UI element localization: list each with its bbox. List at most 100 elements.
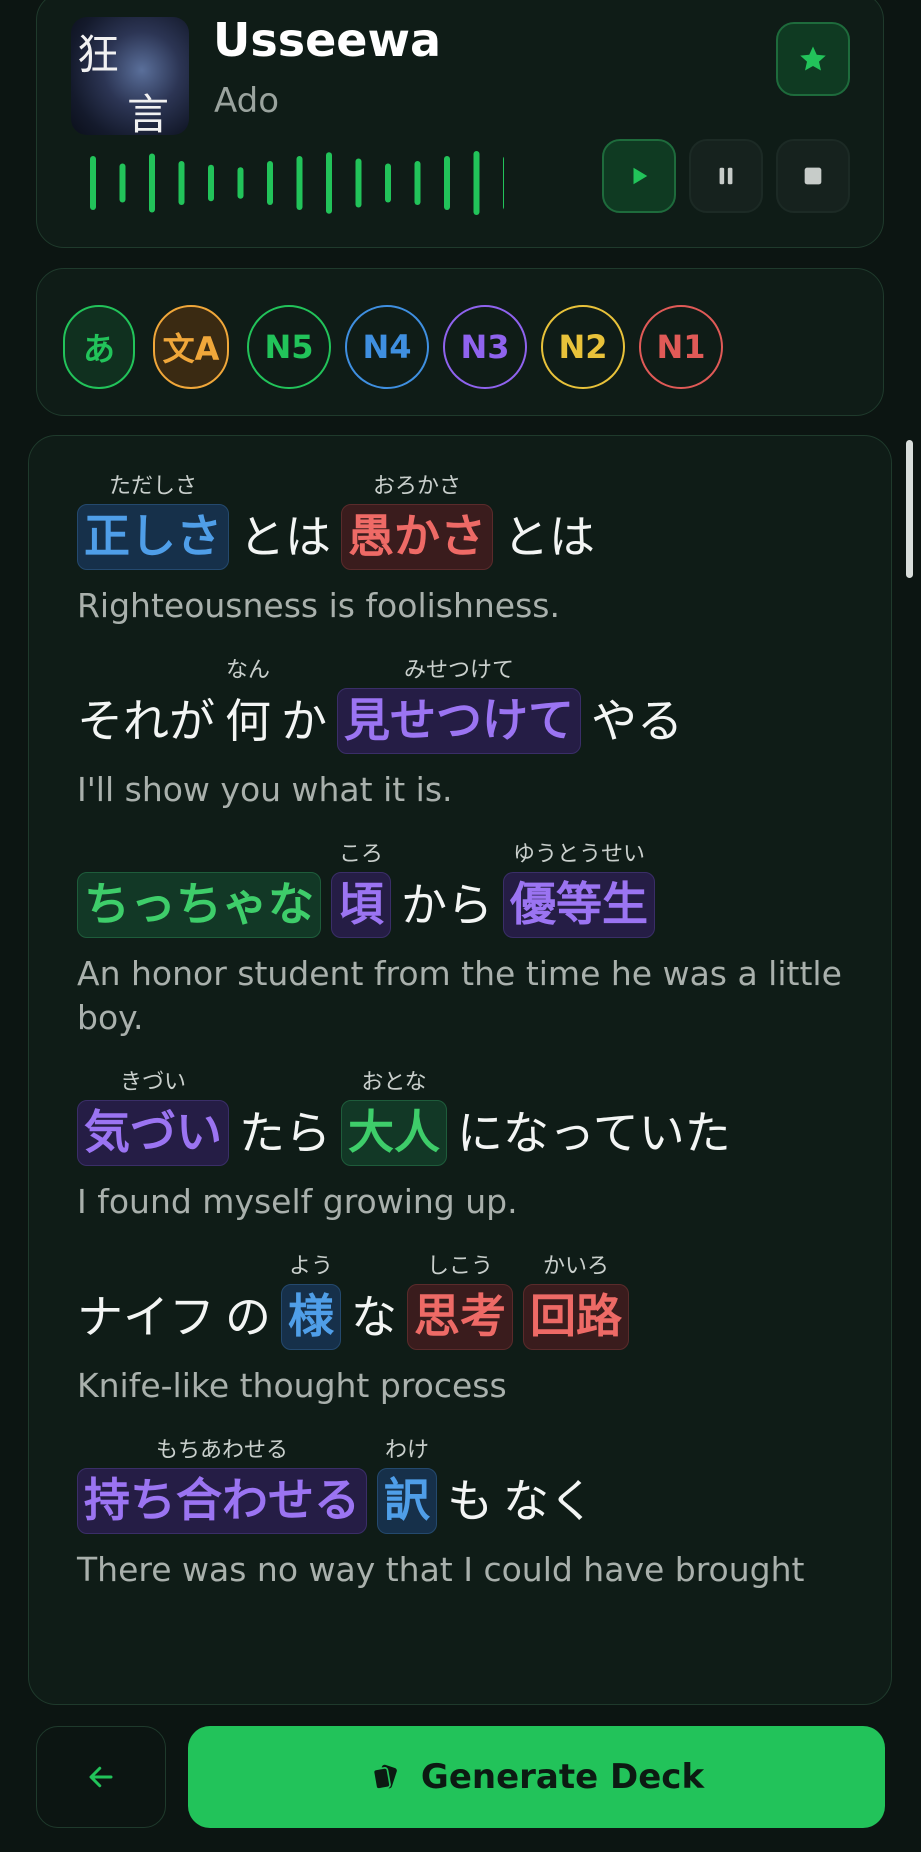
lyric-text: たら — [239, 1100, 331, 1166]
word-text: 気づい — [77, 1100, 229, 1166]
level-filter-5[interactable]: N2 — [541, 305, 625, 389]
waveform-bar — [503, 156, 504, 210]
vocab-word[interactable]: ちっちゃな — [77, 872, 321, 938]
word-text: 大人 — [341, 1100, 447, 1166]
lyric-japanese: もちあわせる持ち合わせる わけ訳もなく — [77, 1438, 857, 1534]
level-filter-2[interactable]: N5 — [247, 305, 331, 389]
vocab-word[interactable]: しこう 思考 — [407, 1254, 513, 1350]
lyric-text: か — [281, 688, 327, 754]
scrollbar[interactable] — [906, 440, 913, 578]
waveform-bar — [473, 151, 480, 215]
generate-deck-label: Generate Deck — [420, 1757, 705, 1797]
furigana: よう — [288, 1254, 333, 1279]
favorite-button[interactable] — [776, 22, 850, 96]
play-button[interactable] — [602, 139, 676, 213]
furigana: わけ — [384, 1438, 429, 1463]
word-text: 正しさ — [77, 504, 229, 570]
lyric-translation: Righteousness is foolishness. — [77, 586, 560, 625]
word-text: から — [401, 878, 493, 932]
vocab-word[interactable]: ころ頃 — [331, 842, 391, 938]
vocab-word[interactable]: おろかさ 愚かさ — [341, 474, 493, 570]
lyric-text: になっていた — [457, 1100, 731, 1166]
furigana: おとな — [361, 1070, 427, 1095]
vocab-word[interactable]: おとな 大人 — [341, 1070, 447, 1166]
lyric-text: なん何 — [225, 658, 271, 754]
waveform-bar — [267, 161, 273, 205]
lyric-translation: Knife-like thought process — [77, 1366, 507, 1405]
waveform-bar — [208, 164, 214, 202]
waveform-bar — [326, 152, 332, 214]
waveform-bar — [237, 167, 244, 199]
level-filter-1[interactable]: 文A — [153, 305, 229, 389]
back-button[interactable] — [36, 1726, 166, 1828]
vocab-word[interactable]: きづい 気づい — [77, 1070, 229, 1166]
play-icon — [633, 167, 648, 185]
word-text: 持ち合わせる — [77, 1468, 367, 1534]
word-text: 思考 — [407, 1284, 513, 1350]
furigana: しこう — [426, 1254, 493, 1279]
cover-text-1: 狂 — [77, 30, 120, 79]
cards-icon — [369, 1760, 403, 1794]
pause-button[interactable] — [689, 139, 763, 213]
waveform-bar — [149, 153, 155, 213]
stop-button[interactable] — [776, 139, 850, 213]
level-filter-4[interactable]: N3 — [443, 305, 527, 389]
level-filter-0[interactable]: あ — [63, 305, 135, 389]
word-text: も — [447, 1474, 493, 1528]
lyric-text: ナイフ — [77, 1284, 215, 1350]
lyric-japanese: ただしさ 正しさ とは おろかさ 愚かさ とは — [77, 474, 857, 570]
vocab-word[interactable]: かいろ 回路 — [523, 1254, 629, 1350]
word-text: 回路 — [523, 1284, 629, 1350]
waveform-bar — [414, 161, 421, 205]
word-text: か — [281, 694, 327, 748]
furigana: かいろ — [542, 1254, 609, 1279]
waveform-bar — [178, 161, 185, 205]
vocab-word[interactable]: ゆうとうせい 優等生 — [503, 842, 655, 938]
vocab-word[interactable]: ただしさ 正しさ — [77, 474, 229, 570]
lyric-text: な — [351, 1284, 397, 1350]
word-text: それが — [77, 694, 215, 748]
lyric-japanese: ちっちゃな ころ頃から ゆうとうせい優等生 — [77, 842, 857, 938]
generate-deck-button[interactable]: Generate Deck — [188, 1726, 885, 1828]
waveform-bar — [119, 163, 126, 203]
lyric-japanese: それが なん何かみせつけて 見せつけて やる — [77, 658, 857, 754]
pause-icon — [719, 167, 733, 185]
waveform-bar — [296, 156, 303, 210]
word-text: になっていた — [457, 1106, 731, 1160]
waveform-bar — [385, 163, 391, 203]
level-filter-card: あ文A N5 N4 N3 N2 N1 — [36, 268, 884, 416]
furigana: きづい — [119, 1070, 186, 1095]
level-filter-3[interactable]: N4 — [345, 305, 429, 389]
stop-icon — [804, 167, 822, 185]
lyric-text: とは — [239, 504, 331, 570]
word-text: 訳 — [377, 1468, 437, 1534]
star-icon — [800, 46, 826, 71]
level-filter-6[interactable]: N1 — [639, 305, 723, 389]
lyric-text: の — [225, 1284, 271, 1350]
lyrics-list: ただしさ 正しさ とは おろかさ 愚かさ とは Righteousness is fooli… — [77, 474, 857, 1628]
word-text: なく — [503, 1474, 595, 1528]
word-text: とは — [239, 510, 331, 564]
word-text: 頃 — [331, 872, 391, 938]
lyric-text: なく — [503, 1468, 595, 1534]
lyric-text: やる — [591, 688, 683, 754]
furigana: ゆうとうせい — [512, 842, 645, 867]
lyric-japanese: ナイフのよう様なしこう 思考 かいろ 回路 — [77, 1254, 857, 1350]
lyric-line: ただしさ 正しさ とは おろかさ 愚かさ とは Righteousness is fooli… — [77, 474, 857, 628]
furigana: みせつけて — [403, 658, 514, 683]
lyric-line: きづい 気づい たら おとな 大人 になっていた I found myself growin… — [77, 1070, 857, 1224]
lyric-line: ナイフのよう様なしこう 思考 かいろ 回路 Knife-like thought pro… — [77, 1254, 857, 1408]
vocab-word[interactable]: もちあわせる持ち合わせる — [77, 1438, 367, 1534]
furigana: もちあわせる — [155, 1438, 288, 1463]
lyric-japanese: きづい 気づい たら おとな 大人 になっていた — [77, 1070, 857, 1166]
word-text: 優等生 — [503, 872, 655, 938]
lyric-translation: I'll show you what it is. — [77, 770, 453, 809]
vocab-word[interactable]: よう様 — [281, 1254, 341, 1350]
vocab-word[interactable]: みせつけて 見せつけて — [337, 658, 581, 754]
lyric-line: それが なん何かみせつけて 見せつけて やる I'll show you what it… — [77, 658, 857, 812]
lyric-translation: There was no way that I could have broug… — [77, 1550, 805, 1589]
player-card: 狂 言 Usseewa Ado — [36, 0, 884, 248]
lyric-line: ちっちゃな ころ頃から ゆうとうせい 優等生 An honor student from… — [77, 842, 857, 1040]
vocab-word[interactable]: わけ訳 — [377, 1438, 437, 1534]
lyrics-card: ただしさ 正しさ とは おろかさ 愚かさ とは Righteousness is fooli… — [28, 435, 892, 1705]
